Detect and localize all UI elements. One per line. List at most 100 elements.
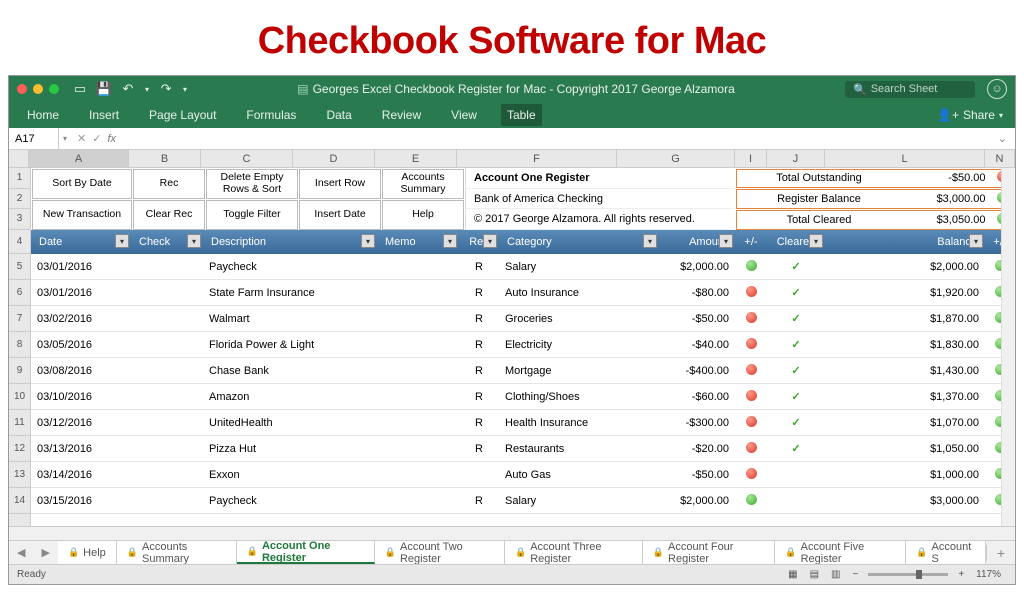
filter-dropdown-icon[interactable]: ▾	[643, 234, 657, 248]
row-header-9[interactable]: 9	[9, 358, 30, 384]
cell-sign[interactable]	[735, 442, 767, 456]
insert-date-button[interactable]: Insert Date	[299, 200, 381, 230]
table-row[interactable]: 03/13/2016Pizza HutRRestaurants-$20.00✓$…	[31, 436, 1015, 462]
tab-nav-next-icon[interactable]: ▶	[33, 546, 57, 559]
col-header-F[interactable]: F	[457, 150, 617, 167]
cell-date[interactable]: 03/14/2016	[31, 469, 131, 481]
cell-amount[interactable]: -$40.00	[659, 339, 735, 351]
cell-date[interactable]: 03/12/2016	[31, 417, 131, 429]
accounts-summary-button[interactable]: Accounts Summary	[382, 169, 464, 199]
table-row[interactable]: 03/01/2016State Farm InsuranceRAuto Insu…	[31, 280, 1015, 306]
cell-balance[interactable]: $1,430.00	[825, 365, 985, 377]
cell-sign[interactable]	[735, 260, 767, 274]
sheet-tab-accounts-summary[interactable]: 🔒Accounts Summary	[117, 541, 237, 564]
cell-date[interactable]: 03/13/2016	[31, 443, 131, 455]
cell-category[interactable]: Clothing/Shoes	[499, 391, 659, 403]
cell-date[interactable]: 03/08/2016	[31, 365, 131, 377]
cell-balance[interactable]: $1,050.00	[825, 443, 985, 455]
delete-empty-button[interactable]: Delete Empty Rows & Sort	[206, 169, 298, 199]
cell-description[interactable]: Pizza Hut	[203, 443, 377, 455]
help-button[interactable]: Help	[382, 200, 464, 230]
cell-category[interactable]: Groceries	[499, 313, 659, 325]
sort-by-date-button[interactable]: Sort By Date	[32, 169, 132, 199]
ribbon-tab-home[interactable]: Home	[21, 104, 65, 126]
new-transaction-button[interactable]: New Transaction	[32, 200, 132, 230]
zoom-percent[interactable]: 117%	[970, 569, 1007, 580]
share-button[interactable]: 👤+ Share ▾	[937, 108, 1003, 122]
minimize-icon[interactable]	[33, 84, 43, 94]
zoom-slider[interactable]	[868, 573, 948, 576]
cell-rec[interactable]: R	[459, 443, 499, 455]
cell-cleared[interactable]: ✓	[767, 364, 825, 377]
zoom-in-icon[interactable]: +	[952, 569, 970, 580]
col-header-B[interactable]: B	[129, 150, 201, 167]
redo-dropdown-icon[interactable]: ▾	[183, 85, 187, 94]
cell-date[interactable]: 03/15/2016	[31, 495, 131, 507]
ribbon-tab-view[interactable]: View	[445, 104, 483, 126]
add-sheet-button[interactable]: +	[986, 545, 1015, 561]
cell-cleared[interactable]: ✓	[767, 312, 825, 325]
cell-category[interactable]: Salary	[499, 495, 659, 507]
row-header-5[interactable]: 5	[9, 254, 30, 280]
horizontal-scrollbar[interactable]	[9, 526, 1015, 540]
undo-icon[interactable]: ↶	[121, 82, 135, 96]
sheet-tab-account-s[interactable]: 🔒Account S	[906, 541, 986, 564]
cell-balance[interactable]: $2,000.00	[825, 261, 985, 273]
insert-row-button[interactable]: Insert Row	[299, 169, 381, 199]
table-row[interactable]: 03/05/2016Florida Power & LightRElectric…	[31, 332, 1015, 358]
sheet-tab-account-four-register[interactable]: 🔒Account Four Register	[643, 541, 776, 564]
accept-formula-icon[interactable]: ✓	[92, 132, 101, 145]
cell-amount[interactable]: -$20.00	[659, 443, 735, 455]
cell-rec[interactable]: R	[459, 261, 499, 273]
column-header-memo[interactable]: Memo▾	[377, 230, 459, 254]
ribbon-tab-insert[interactable]: Insert	[83, 104, 125, 126]
col-header-A[interactable]: A	[29, 150, 129, 167]
sheet-tab-help[interactable]: 🔒Help	[58, 541, 117, 564]
cell-category[interactable]: Health Insurance	[499, 417, 659, 429]
row-header-13[interactable]: 13	[9, 462, 30, 488]
col-header-E[interactable]: E	[375, 150, 457, 167]
cell-category[interactable]: Electricity	[499, 339, 659, 351]
cell-amount[interactable]: -$50.00	[659, 313, 735, 325]
ribbon-tab-page-layout[interactable]: Page Layout	[143, 104, 222, 126]
cell-amount[interactable]: $2,000.00	[659, 261, 735, 273]
ribbon-tab-formulas[interactable]: Formulas	[240, 104, 302, 126]
row-header-3[interactable]: 3	[9, 209, 30, 230]
col-header-L[interactable]: L	[825, 150, 985, 167]
row-header-8[interactable]: 8	[9, 332, 30, 358]
table-row[interactable]: 03/01/2016PaycheckRSalary$2,000.00✓$2,00…	[31, 254, 1015, 280]
column-header-check[interactable]: Check▾	[131, 230, 203, 254]
cell-sign[interactable]	[735, 468, 767, 482]
cell-category[interactable]: Salary	[499, 261, 659, 273]
cell-cleared[interactable]: ✓	[767, 338, 825, 351]
cell-sign[interactable]	[735, 338, 767, 352]
cell-date[interactable]: 03/01/2016	[31, 287, 131, 299]
table-row[interactable]: 03/02/2016WalmartRGroceries-$50.00✓$1,87…	[31, 306, 1015, 332]
cell-rec[interactable]: R	[459, 495, 499, 507]
column-header-balance[interactable]: Balance▾	[825, 230, 985, 254]
cell-rec[interactable]: R	[459, 417, 499, 429]
sheet-tab-account-one-register[interactable]: 🔒Account One Register	[237, 541, 375, 564]
col-header-G[interactable]: G	[617, 150, 735, 167]
cancel-formula-icon[interactable]: ✕	[77, 132, 86, 145]
cell-balance[interactable]: $1,920.00	[825, 287, 985, 299]
table-row[interactable]: 03/08/2016Chase BankRMortgage-$400.00✓$1…	[31, 358, 1015, 384]
cell-cleared[interactable]: ✓	[767, 286, 825, 299]
cell-description[interactable]: Paycheck	[203, 261, 377, 273]
cell-balance[interactable]: $1,830.00	[825, 339, 985, 351]
close-icon[interactable]	[17, 84, 27, 94]
cell-rec[interactable]: R	[459, 339, 499, 351]
cell-amount[interactable]: $2,000.00	[659, 495, 735, 507]
cell-category[interactable]: Restaurants	[499, 443, 659, 455]
cell-sign[interactable]	[735, 286, 767, 300]
name-box[interactable]: A17	[9, 128, 59, 149]
filter-dropdown-icon[interactable]: ▾	[187, 234, 201, 248]
cell-balance[interactable]: $3,000.00	[825, 495, 985, 507]
row-header-12[interactable]: 12	[9, 436, 30, 462]
cell-date[interactable]: 03/10/2016	[31, 391, 131, 403]
col-header-J[interactable]: J	[767, 150, 825, 167]
filter-dropdown-icon[interactable]: ▾	[361, 234, 375, 248]
cell-amount[interactable]: -$400.00	[659, 365, 735, 377]
filter-dropdown-icon[interactable]: ▾	[969, 234, 983, 248]
sheet-tab-account-five-register[interactable]: 🔒Account Five Register	[775, 541, 906, 564]
